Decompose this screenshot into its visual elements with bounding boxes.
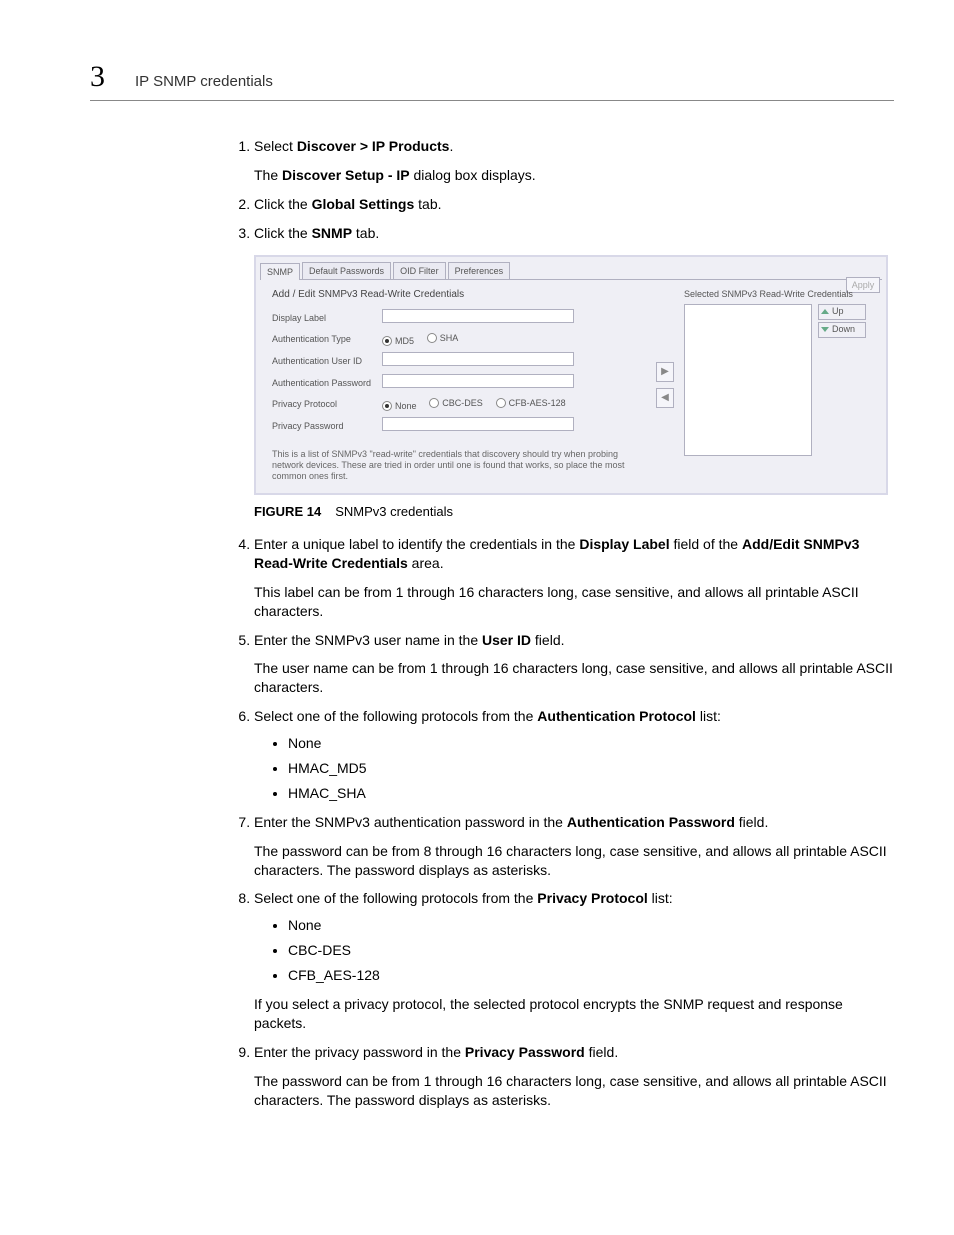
page-header: 3 IP SNMP credentials bbox=[90, 60, 894, 101]
up-button[interactable]: Up bbox=[818, 304, 866, 320]
step-3: Click the SNMP tab. SNMP Default Passwor… bbox=[254, 224, 894, 521]
input-priv-pw[interactable] bbox=[382, 417, 574, 431]
bullet-none: None bbox=[288, 734, 894, 753]
triangle-down-icon bbox=[821, 327, 829, 332]
bullet-priv-cbcdes: CBC-DES bbox=[288, 941, 894, 960]
label-auth-pw: Authentication Password bbox=[272, 377, 382, 389]
label-auth-user: Authentication User ID bbox=[272, 355, 382, 367]
chapter-number: 3 bbox=[90, 60, 105, 94]
figure-caption: FIGURE 14SNMPv3 credentials bbox=[254, 503, 894, 521]
step-5: Enter the SNMPv3 user name in the User I… bbox=[254, 631, 894, 698]
step-4: Enter a unique label to identify the cre… bbox=[254, 535, 894, 621]
input-display-label[interactable] bbox=[382, 309, 574, 323]
down-button[interactable]: Down bbox=[818, 322, 866, 338]
step-7: Enter the SNMPv3 authentication password… bbox=[254, 813, 894, 880]
radio-sha[interactable]: SHA bbox=[427, 332, 459, 344]
input-auth-user[interactable] bbox=[382, 352, 574, 366]
step-8: Select one of the following protocols fr… bbox=[254, 889, 894, 1032]
label-display-label: Display Label bbox=[272, 312, 382, 324]
radio-priv-cfb[interactable]: CFB-AES-128 bbox=[496, 397, 566, 409]
step-1: Select Discover > IP Products. The Disco… bbox=[254, 137, 894, 185]
bullet-hmac-md5: HMAC_MD5 bbox=[288, 759, 894, 778]
radio-priv-cbcdes[interactable]: CBC-DES bbox=[429, 397, 483, 409]
figure-14: SNMP Default Passwords OID Filter Prefer… bbox=[254, 255, 894, 496]
selected-credentials-list[interactable] bbox=[684, 304, 812, 456]
radio-md5[interactable]: MD5 bbox=[382, 335, 414, 347]
tab-oid-filter[interactable]: OID Filter bbox=[393, 262, 446, 278]
tab-default-passwords[interactable]: Default Passwords bbox=[302, 262, 391, 278]
tab-preferences[interactable]: Preferences bbox=[448, 262, 511, 278]
credentials-note: This is a list of SNMPv3 "read-write" cr… bbox=[272, 449, 642, 481]
move-right-button[interactable]: ▶ bbox=[656, 362, 674, 382]
move-left-button[interactable]: ◀ bbox=[656, 388, 674, 408]
left-section-title: Add / Edit SNMPv3 Read-Write Credentials bbox=[272, 288, 646, 302]
input-auth-pw[interactable] bbox=[382, 374, 574, 388]
bullet-hmac-sha: HMAC_SHA bbox=[288, 784, 894, 803]
label-priv-pw: Privacy Password bbox=[272, 420, 382, 432]
radio-priv-none[interactable]: None bbox=[382, 400, 417, 412]
step-9: Enter the privacy password in the Privac… bbox=[254, 1043, 894, 1110]
label-priv-proto: Privacy Protocol bbox=[272, 398, 382, 410]
chapter-title: IP SNMP credentials bbox=[135, 73, 273, 90]
label-auth-type: Authentication Type bbox=[272, 333, 382, 345]
bullet-priv-none: None bbox=[288, 916, 894, 935]
bullet-priv-cfb: CFB_AES-128 bbox=[288, 966, 894, 985]
dialog-tabs: SNMP Default Passwords OID Filter Prefer… bbox=[260, 261, 882, 280]
snmp-dialog-screenshot: SNMP Default Passwords OID Filter Prefer… bbox=[254, 255, 888, 496]
tab-snmp[interactable]: SNMP bbox=[260, 263, 300, 279]
content: Select Discover > IP Products. The Disco… bbox=[230, 137, 894, 1109]
step-2: Click the Global Settings tab. bbox=[254, 195, 894, 214]
step-6: Select one of the following protocols fr… bbox=[254, 707, 894, 803]
steps-list: Select Discover > IP Products. The Disco… bbox=[230, 137, 894, 1109]
right-section-title: Selected SNMPv3 Read-Write Credentials bbox=[684, 288, 878, 300]
triangle-up-icon bbox=[821, 309, 829, 314]
